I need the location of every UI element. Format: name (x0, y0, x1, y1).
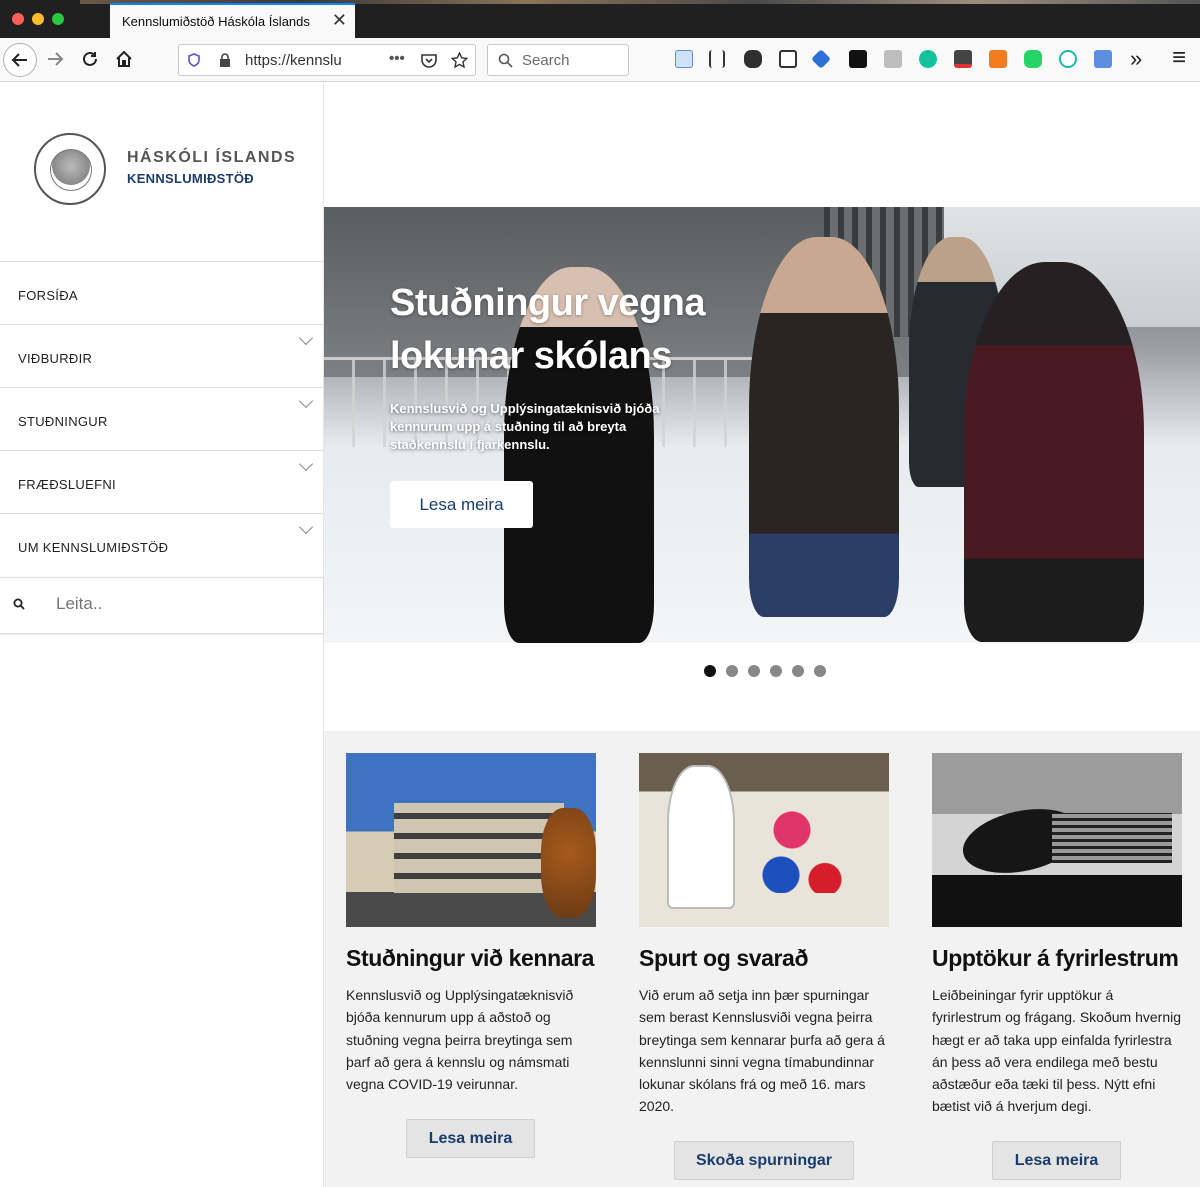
web-search-bar[interactable]: Search (487, 44, 629, 76)
carousel-dot[interactable] (792, 665, 804, 677)
pocket-icon[interactable] (421, 53, 437, 68)
whatsapp-icon[interactable] (1024, 50, 1042, 68)
reading-view-icon[interactable] (884, 50, 902, 68)
carousel-dot[interactable] (770, 665, 782, 677)
arrow-right-icon (48, 52, 64, 66)
home-button[interactable] (109, 44, 139, 74)
menu-item-label: VIÐBURÐIR (18, 351, 93, 366)
card-image-microphone[interactable] (932, 753, 1182, 927)
main-content: Stuðningur vegna lokunar skólans Kennslu… (324, 83, 1200, 1187)
card-title[interactable]: Spurt og svarað (639, 945, 889, 972)
menu-item-studningur[interactable]: STUÐNINGUR (0, 387, 323, 450)
translate-t-icon[interactable] (1059, 50, 1077, 68)
reload-icon (83, 51, 97, 66)
reader-extension-icon[interactable] (675, 50, 693, 68)
page-actions-icon[interactable]: ••• (389, 50, 405, 67)
logo-university-name[interactable]: HÁSKÓLI ÍSLANDS (127, 149, 296, 167)
shield-icon[interactable] (187, 53, 201, 67)
carousel-dot[interactable] (814, 665, 826, 677)
extension-orange-icon[interactable] (989, 50, 1007, 68)
web-search-placeholder: Search (522, 52, 570, 69)
site-search-input[interactable] (56, 594, 296, 614)
feature-cards: Stuðningur við kennara Kennslusvið og Up… (324, 731, 1200, 1187)
card-title[interactable]: Stuðningur við kennara (346, 945, 596, 972)
zoom-window-button[interactable] (52, 13, 64, 25)
university-seal-logo[interactable] (34, 133, 106, 205)
menu-item-fraedsluefni[interactable]: FRÆÐSLUEFNI (0, 450, 323, 513)
hero-top-spacer (324, 83, 1200, 207)
search-icon (498, 53, 513, 68)
hero-photo-person (964, 262, 1144, 642)
chevron-down-icon[interactable] (298, 393, 314, 409)
chevron-down-icon[interactable] (298, 519, 314, 535)
site-sidebar: HÁSKÓLI ÍSLANDS KENNSLUMIÐSTÖÐ FORSÍÐA V… (0, 83, 324, 1187)
card-support-for-teachers: Stuðningur við kennara Kennslusvið og Up… (346, 753, 596, 1095)
extension-lock-icon[interactable] (849, 50, 867, 68)
menu-item-um-kennslumidstod[interactable]: UM KENNSLUMIÐSTÖÐ (0, 513, 323, 576)
evernote-icon[interactable] (744, 50, 762, 68)
url-text[interactable]: https://kennslu (245, 52, 350, 69)
card-text: Kennslusvið og Upplýsingatæknisvið bjóða… (346, 987, 574, 1093)
menu-item-label: UM KENNSLUMIÐSTÖÐ (18, 540, 169, 555)
home-icon (116, 50, 132, 67)
hero-carousel[interactable]: Stuðningur vegna lokunar skólans Kennslu… (324, 207, 1200, 643)
tab-close-icon[interactable]: ✕ (332, 10, 347, 31)
tab-title: Kennslumiðstöð Háskóla Íslands (122, 14, 310, 29)
card-image-building[interactable] (346, 753, 596, 927)
menu-item-label: STUÐNINGUR (18, 414, 108, 429)
menu-item-vidburdir[interactable]: VIÐBURÐIR (0, 324, 323, 387)
site-search (0, 577, 323, 634)
browser-tab-bar: Kennslumiðstöð Háskóla Íslands ✕ (0, 0, 1200, 38)
print-icon[interactable] (954, 50, 972, 68)
browser-tab-active[interactable]: Kennslumiðstöð Háskóla Íslands ✕ (110, 3, 355, 38)
hero-subtitle: Kennslusvið og Upplýsingatæknisvið bjóða… (390, 401, 660, 452)
translate-icon[interactable] (1094, 50, 1112, 68)
grammarly-icon[interactable] (919, 50, 937, 68)
forward-button[interactable] (40, 44, 70, 74)
card-title[interactable]: Upptökur á fyrirlestrum (932, 945, 1182, 972)
hero-read-more-button[interactable]: Lesa meira (390, 481, 533, 528)
close-window-button[interactable] (12, 13, 24, 25)
card-view-questions-button[interactable]: Skoða spurningar (674, 1141, 854, 1180)
card-lecture-recordings: Upptökur á fyrirlestrum Leiðbeiningar fy… (932, 753, 1182, 1118)
card-image-toys[interactable] (639, 753, 889, 927)
card-q-and-a: Spurt og svarað Við erum að setja inn þæ… (639, 753, 889, 1118)
hero-title: Stuðningur vegna lokunar skólans (390, 282, 706, 377)
hero-photo-person (749, 237, 899, 617)
sidebar-toggle-icon[interactable] (779, 50, 797, 68)
browser-navigation-bar: https://kennslu ••• Search » ≡ (0, 38, 1200, 82)
extension-blue-icon[interactable] (811, 49, 831, 69)
back-button[interactable] (3, 43, 37, 77)
carousel-dot[interactable] (748, 665, 760, 677)
card-read-more-button[interactable]: Lesa meira (992, 1141, 1121, 1180)
menu-item-label: FORSÍÐA (18, 288, 78, 303)
chevron-down-icon[interactable] (298, 456, 314, 472)
overflow-menu-icon[interactable]: » (1130, 46, 1142, 72)
library-icon[interactable] (709, 50, 725, 68)
minimize-window-button[interactable] (32, 13, 44, 25)
card-text: Leiðbeiningar fyrir upptökur á fyrirlest… (932, 987, 1181, 1115)
url-bar[interactable]: https://kennslu ••• (178, 44, 476, 76)
arrow-left-icon (11, 53, 27, 67)
chevron-down-icon[interactable] (298, 330, 314, 346)
bookmark-star-icon[interactable] (451, 52, 468, 69)
menu-item-forsida[interactable]: FORSÍÐA (0, 261, 323, 324)
search-icon[interactable] (13, 598, 25, 610)
hamburger-menu-icon[interactable]: ≡ (1172, 44, 1186, 72)
menu-item-label: FRÆÐSLUEFNI (18, 477, 116, 492)
carousel-dot[interactable] (704, 665, 716, 677)
carousel-dot[interactable] (726, 665, 738, 677)
carousel-pagination (704, 665, 826, 677)
lock-icon[interactable] (219, 53, 231, 67)
reload-button[interactable] (75, 44, 105, 74)
card-text: Við erum að setja inn þær spurningar sem… (639, 987, 885, 1115)
logo-department-name[interactable]: KENNSLUMIÐSTÖÐ (127, 171, 254, 186)
main-menu: FORSÍÐA VIÐBURÐIR STUÐNINGUR FRÆÐSLUEFNI… (0, 261, 323, 576)
card-read-more-button[interactable]: Lesa meira (406, 1119, 535, 1158)
